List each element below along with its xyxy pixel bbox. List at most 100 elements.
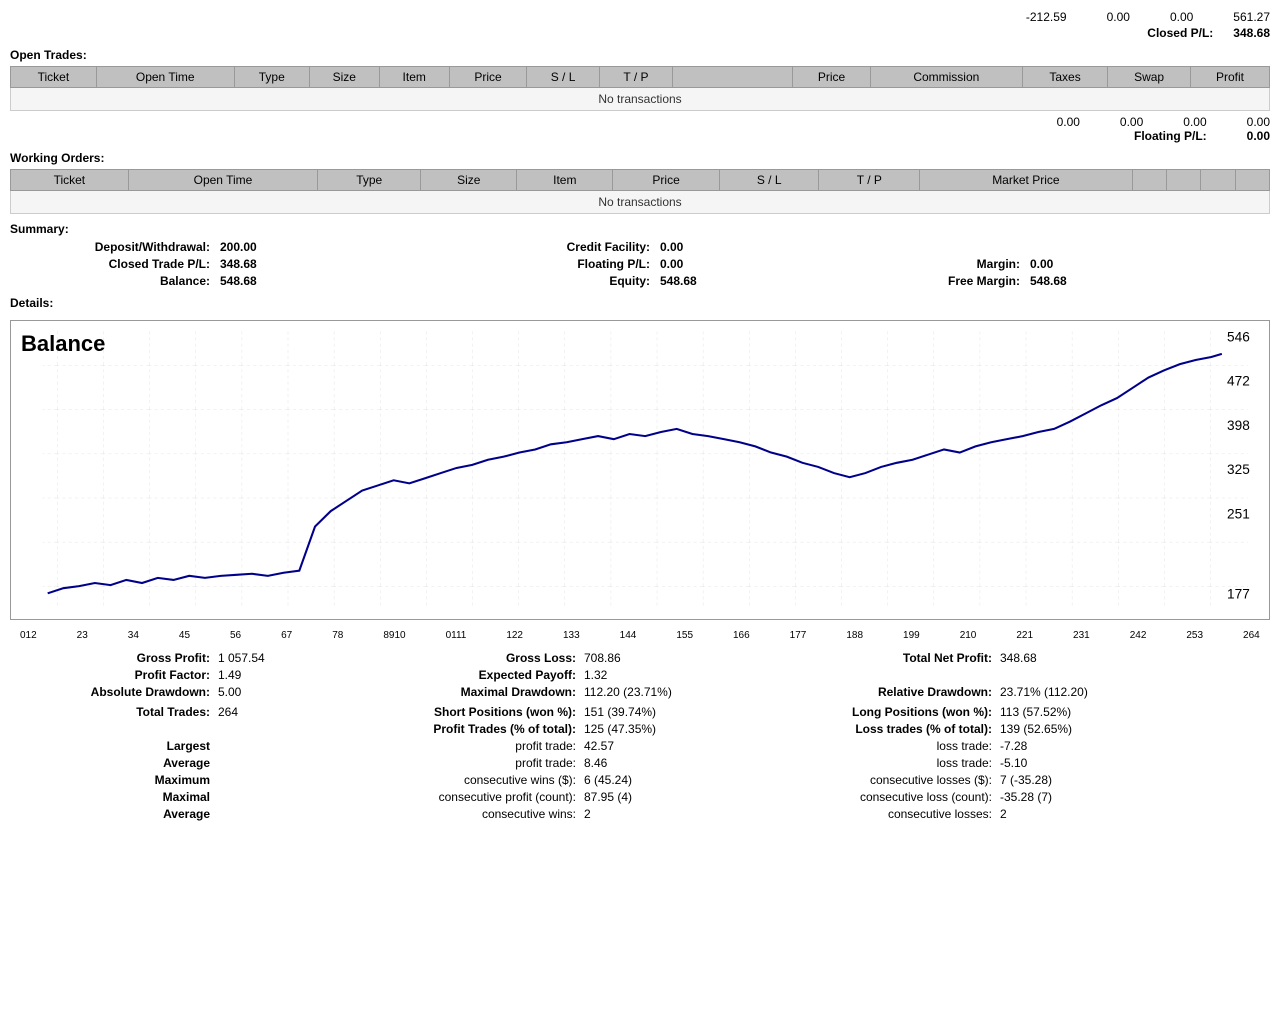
col-price2: Price: [793, 67, 871, 88]
wo-col-tp: T / P: [819, 170, 920, 191]
avg-profit-trade-label: profit trade:: [346, 756, 576, 770]
col-type: Type: [234, 67, 309, 88]
stats-row4: Total Trades: 264 Short Positions (won %…: [10, 705, 1270, 719]
col-tp: T / P: [599, 67, 672, 88]
top-val3: 0.00: [1170, 10, 1193, 24]
wo-col-e3: [1201, 170, 1235, 191]
average-label: Average: [10, 756, 210, 770]
col-item: Item: [379, 67, 449, 88]
maximal-label: Maximal: [10, 790, 210, 804]
stats-row9: Maximal consecutive profit (count): 87.9…: [10, 790, 1270, 804]
total-trades-label: Total Trades:: [10, 705, 210, 719]
max-consec-losses-label: consecutive losses ($):: [772, 773, 992, 787]
floating-pl-value: 0.00: [1247, 129, 1270, 143]
largest-profit-trade-value: 42.57: [584, 739, 764, 753]
working-orders-no-data: No transactions: [11, 191, 1270, 214]
col-opentime: Open Time: [96, 67, 234, 88]
col-swap: Swap: [1108, 67, 1191, 88]
total-net-profit-label: Total Net Profit:: [772, 651, 992, 665]
working-orders-table: Ticket Open Time Type Size Item Price S …: [10, 169, 1270, 214]
wo-col-size: Size: [421, 170, 517, 191]
short-pos-value: 151 (39.74%): [584, 705, 764, 719]
wo-col-e4: [1235, 170, 1269, 191]
chart-title: Balance: [21, 331, 105, 357]
largest-loss-trade-value: -7.28: [1000, 739, 1120, 753]
largest-label: Largest: [10, 739, 210, 753]
gross-profit-value: 1 057.54: [218, 651, 338, 665]
working-orders-title: Working Orders:: [10, 151, 1270, 165]
closed-pl-label: Closed P/L:: [1147, 26, 1213, 40]
avg-consec-wins-label: consecutive wins:: [346, 807, 576, 821]
gross-loss-value: 708.86: [584, 651, 764, 665]
chart-container: Balance 546 472 398 325 251 177: [10, 320, 1270, 620]
equity-label: Equity:: [350, 274, 650, 288]
largest-loss-trade-label: loss trade:: [772, 739, 992, 753]
total-trades-value: 264: [218, 705, 338, 719]
total-net-profit-value: 348.68: [1000, 651, 1120, 665]
avg-loss-trade-value: -5.10: [1000, 756, 1120, 770]
col-ticket: Ticket: [11, 67, 97, 88]
gross-profit-label: Gross Profit:: [10, 651, 210, 665]
ot-total2: 0.00: [1120, 115, 1143, 129]
largest-profit-trade-label: profit trade:: [346, 739, 576, 753]
maximum-label: Maximum: [10, 773, 210, 787]
svg-text:177: 177: [1227, 587, 1250, 602]
profit-trades-value: 125 (47.35%): [584, 722, 764, 736]
floating-pl-label: Floating P/L:: [1134, 129, 1207, 143]
deposit-label: Deposit/Withdrawal:: [10, 240, 210, 254]
col-profit: Profit: [1191, 67, 1270, 88]
expected-payoff-value: 1.32: [584, 668, 764, 682]
summary-section: Summary: Deposit/Withdrawal: 200.00 Cred…: [10, 222, 1270, 288]
loss-trades-label: Loss trades (% of total):: [772, 722, 992, 736]
wo-col-item: Item: [517, 170, 613, 191]
max-consec-losses-value: 7 (-35.28): [1000, 773, 1120, 787]
open-trades-section: Open Trades: Ticket Open Time Type Size …: [10, 48, 1270, 143]
abs-drawdown-label: Absolute Drawdown:: [10, 685, 210, 699]
details-title: Details:: [10, 296, 1270, 310]
balance-value: 548.68: [220, 274, 340, 288]
stats-row2: Profit Factor: 1.49 Expected Payoff: 1.3…: [10, 668, 1270, 682]
average2-label: Average: [10, 807, 210, 821]
free-margin-label: Free Margin:: [820, 274, 1020, 288]
long-pos-value: 113 (57.52%): [1000, 705, 1120, 719]
max-drawdown-label: Maximal Drawdown:: [346, 685, 576, 699]
max-consec-wins-value: 6 (45.24): [584, 773, 764, 787]
avg-consec-losses-label: consecutive losses:: [772, 807, 992, 821]
summary-title: Summary:: [10, 222, 1270, 236]
credit-value: 0.00: [660, 240, 810, 254]
credit-label: Credit Facility:: [350, 240, 650, 254]
expected-payoff-label: Expected Payoff:: [346, 668, 576, 682]
margin-value: 0.00: [1030, 257, 1130, 271]
summary-floatingpl-value: 0.00: [660, 257, 810, 271]
col-sl: S / L: [527, 67, 600, 88]
free-margin-value: 548.68: [1030, 274, 1130, 288]
wo-col-e1: [1132, 170, 1166, 191]
deposit-value: 200.00: [220, 240, 340, 254]
stats-row8: Maximum consecutive wins ($): 6 (45.24) …: [10, 773, 1270, 787]
avg-loss-trade-label: loss trade:: [772, 756, 992, 770]
wo-col-sl: S / L: [719, 170, 819, 191]
col-taxes: Taxes: [1022, 67, 1107, 88]
ot-total3: 0.00: [1183, 115, 1206, 129]
wo-col-price: Price: [613, 170, 720, 191]
loss-trades-value: 139 (52.65%): [1000, 722, 1120, 736]
long-pos-label: Long Positions (won %):: [772, 705, 992, 719]
maximal-consec-profit-label: consecutive profit (count):: [346, 790, 576, 804]
balance-chart: 546 472 398 325 251 177: [11, 321, 1269, 619]
svg-text:325: 325: [1227, 462, 1250, 477]
summary-closedpl-value: 348.68: [220, 257, 340, 271]
wo-col-ticket: Ticket: [11, 170, 129, 191]
ot-total4: 0.00: [1247, 115, 1270, 129]
col-empty: [673, 67, 793, 88]
stats-row1: Gross Profit: 1 057.54 Gross Loss: 708.8…: [10, 651, 1270, 665]
svg-text:472: 472: [1227, 374, 1250, 389]
maximal-consec-loss-label: consecutive loss (count):: [772, 790, 992, 804]
wo-col-marketprice: Market Price: [920, 170, 1132, 191]
working-orders-section: Working Orders: Ticket Open Time Type Si…: [10, 151, 1270, 214]
stats-row10: Average consecutive wins: 2 consecutive …: [10, 807, 1270, 821]
margin-label: Margin:: [820, 257, 1020, 271]
max-consec-wins-label: consecutive wins ($):: [346, 773, 576, 787]
open-trades-totals: 0.00 0.00 0.00 0.00 Floating P/L: 0.00: [10, 115, 1270, 143]
wo-col-opentime: Open Time: [128, 170, 317, 191]
top-val2: 0.00: [1107, 10, 1130, 24]
